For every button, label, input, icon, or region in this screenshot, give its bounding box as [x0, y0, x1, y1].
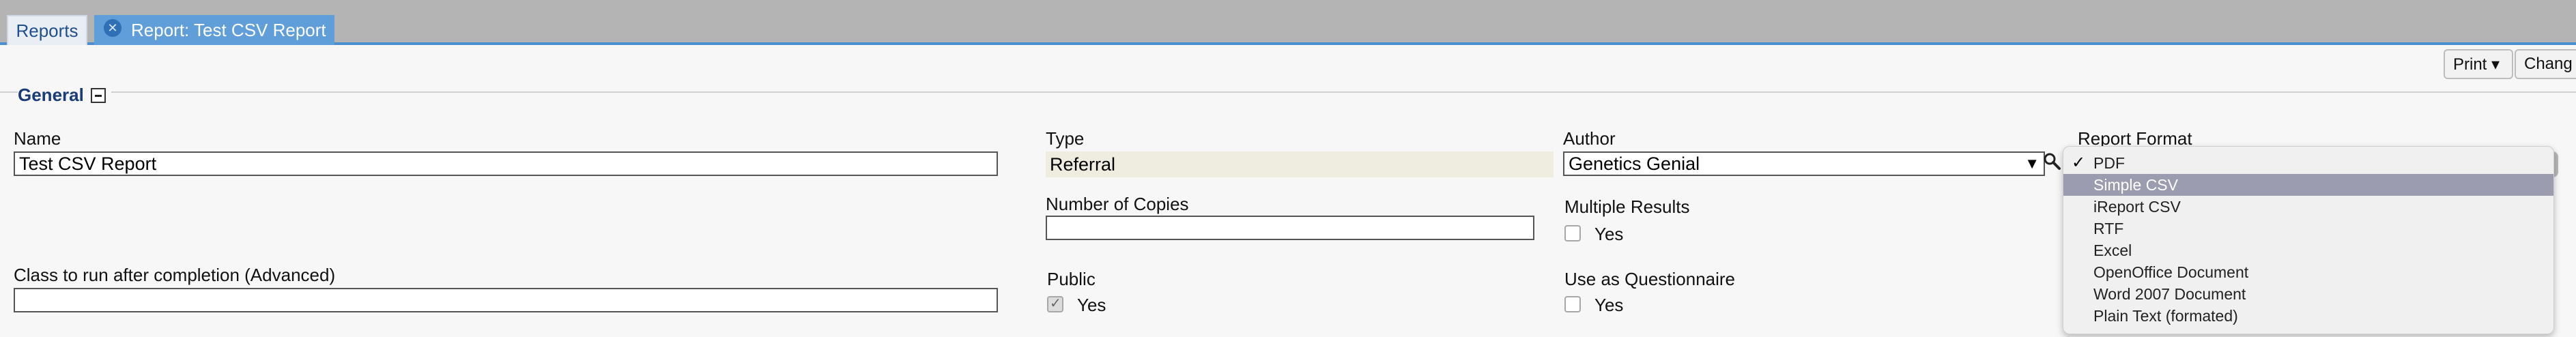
option-label: iReport CSV	[2093, 198, 2181, 216]
format-option-plain-text[interactable]: Plain Text (formated)	[2063, 305, 2553, 327]
report-format-dropdown[interactable]: ✓ PDF Simple CSV iReport CSV RTF Excel Op…	[2063, 146, 2554, 334]
checkmark-icon: ✓	[2072, 153, 2086, 172]
tab-bar: Reports ✕ Report: Test CSV Report	[0, 0, 2576, 45]
format-option-word-2007[interactable]: Word 2007 Document	[2063, 283, 2553, 305]
name-field[interactable]: Test CSV Report	[14, 151, 998, 176]
tab-reports-label: Reports	[16, 20, 78, 41]
author-select[interactable]: Genetics Genial ▼	[1563, 151, 2045, 176]
option-label: Word 2007 Document	[2093, 285, 2246, 303]
option-label: PDF	[2093, 154, 2125, 172]
multiple-results-checkbox[interactable]	[1564, 225, 1581, 241]
multiple-results-option: Yes	[1594, 224, 1624, 244]
option-label: Simple CSV	[2093, 176, 2178, 194]
questionnaire-label: Use as Questionnaire	[1564, 269, 1736, 289]
type-value: Referral	[1046, 151, 1554, 177]
option-label: RTF	[2093, 220, 2124, 237]
author-label: Author	[1563, 128, 1616, 149]
close-icon[interactable]: ✕	[104, 19, 121, 37]
class-after-field[interactable]	[14, 288, 998, 312]
format-option-rtf[interactable]: RTF	[2063, 218, 2553, 239]
multiple-results-label: Multiple Results	[1564, 196, 1690, 217]
copies-label: Number of Copies	[1046, 194, 1189, 214]
questionnaire-checkbox[interactable]	[1564, 296, 1581, 312]
public-label: Public	[1047, 269, 1096, 289]
class-after-label: Class to run after completion (Advanced)	[14, 265, 336, 285]
name-label: Name	[14, 128, 61, 149]
section-divider	[0, 91, 2576, 93]
option-label: Excel	[2093, 241, 2132, 259]
change-button[interactable]: Chang	[2515, 49, 2576, 79]
format-option-openoffice[interactable]: OpenOffice Document	[2063, 261, 2553, 283]
dropdown-arrow-icon: ▼	[2024, 155, 2040, 172]
public-option: Yes	[1077, 295, 1106, 315]
format-option-pdf[interactable]: ✓ PDF	[2063, 152, 2553, 174]
format-option-ireport-csv[interactable]: iReport CSV	[2063, 196, 2553, 218]
tab-reports[interactable]: Reports	[7, 15, 87, 45]
minus-box-icon[interactable]	[90, 87, 106, 103]
type-label: Type	[1046, 128, 1085, 149]
public-checkbox[interactable]	[1047, 295, 1063, 312]
tab-report-test-csv[interactable]: ✕ Report: Test CSV Report	[94, 15, 334, 45]
section-header: General	[18, 85, 111, 106]
copies-field[interactable]	[1046, 216, 1534, 240]
print-button[interactable]: Print ▾	[2444, 49, 2513, 79]
format-option-excel[interactable]: Excel	[2063, 239, 2553, 261]
option-label: OpenOffice Document	[2093, 263, 2249, 281]
print-button-label: Print ▾	[2453, 55, 2500, 74]
change-button-label: Chang	[2524, 55, 2573, 73]
questionnaire-option: Yes	[1594, 295, 1624, 315]
search-icon[interactable]	[2042, 151, 2061, 171]
author-value: Genetics Genial	[1569, 153, 1700, 174]
format-option-simple-csv[interactable]: Simple CSV	[2063, 174, 2553, 196]
section-title: General	[18, 85, 84, 105]
option-label: Plain Text (formated)	[2093, 307, 2238, 325]
tab-report-label: Report: Test CSV Report	[131, 19, 326, 40]
